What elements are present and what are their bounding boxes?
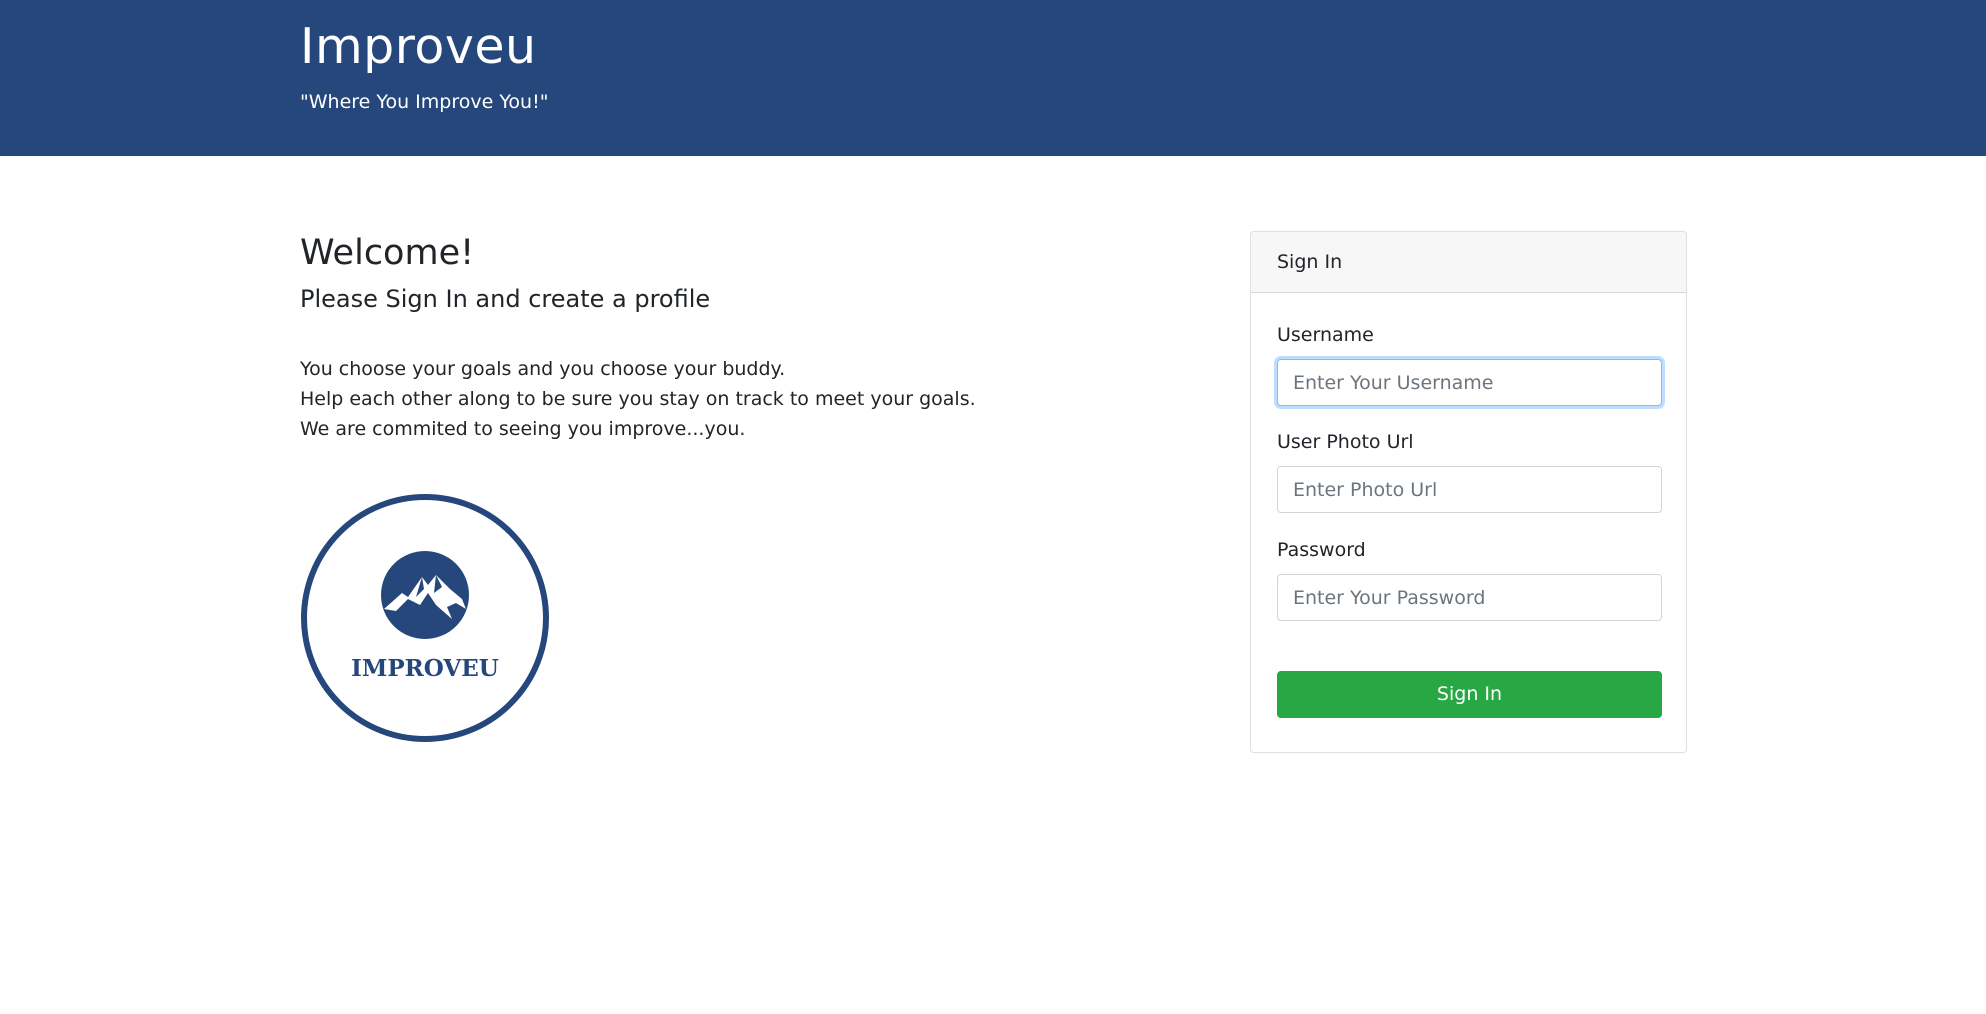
brand-title: Improveu bbox=[300, 18, 537, 75]
intro-text: You choose your goals and you choose you… bbox=[300, 354, 976, 444]
improveu-logo: IMPROVEU bbox=[301, 494, 549, 742]
username-input[interactable] bbox=[1277, 359, 1662, 406]
brand-tagline: "Where You Improve You!" bbox=[300, 91, 549, 113]
welcome-title: Welcome! bbox=[300, 233, 475, 273]
password-input[interactable] bbox=[1277, 574, 1662, 621]
signin-card-header: Sign In bbox=[1251, 232, 1686, 293]
welcome-subtitle: Please Sign In and create a profile bbox=[300, 285, 711, 313]
intro-line: You choose your goals and you choose you… bbox=[300, 358, 786, 380]
photo-url-label: User Photo Url bbox=[1277, 431, 1414, 453]
signin-card-title: Sign In bbox=[1277, 251, 1343, 273]
photo-url-input[interactable] bbox=[1277, 466, 1662, 513]
username-label: Username bbox=[1277, 324, 1374, 346]
intro-line: We are commited to seeing you improve...… bbox=[300, 418, 746, 440]
header-banner: Improveu "Where You Improve You!" bbox=[0, 0, 1986, 156]
password-label: Password bbox=[1277, 539, 1366, 561]
sign-in-button[interactable]: Sign In bbox=[1277, 671, 1662, 718]
logo-wordmark: IMPROVEU bbox=[351, 655, 499, 682]
intro-line: Help each other along to be sure you sta… bbox=[300, 388, 976, 410]
mountain-icon bbox=[381, 551, 469, 639]
signin-card: Sign In Username User Photo Url Password… bbox=[1250, 231, 1687, 753]
